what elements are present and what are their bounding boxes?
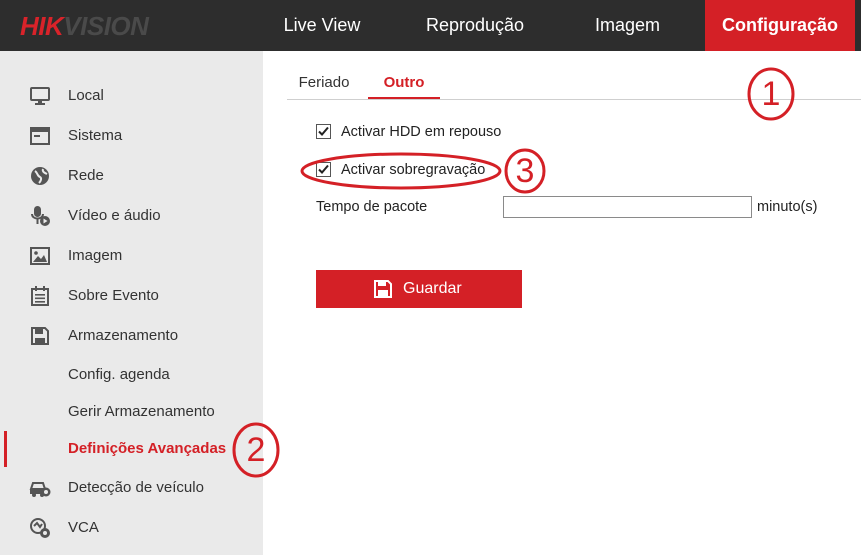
annotation-overlay	[232, 67, 795, 478]
annotation-highlight-overwrite	[300, 152, 502, 190]
annotation-number-2: 2	[246, 431, 266, 469]
annotation-number-3: 3	[515, 152, 535, 190]
annotation-number-1: 1	[761, 75, 781, 113]
